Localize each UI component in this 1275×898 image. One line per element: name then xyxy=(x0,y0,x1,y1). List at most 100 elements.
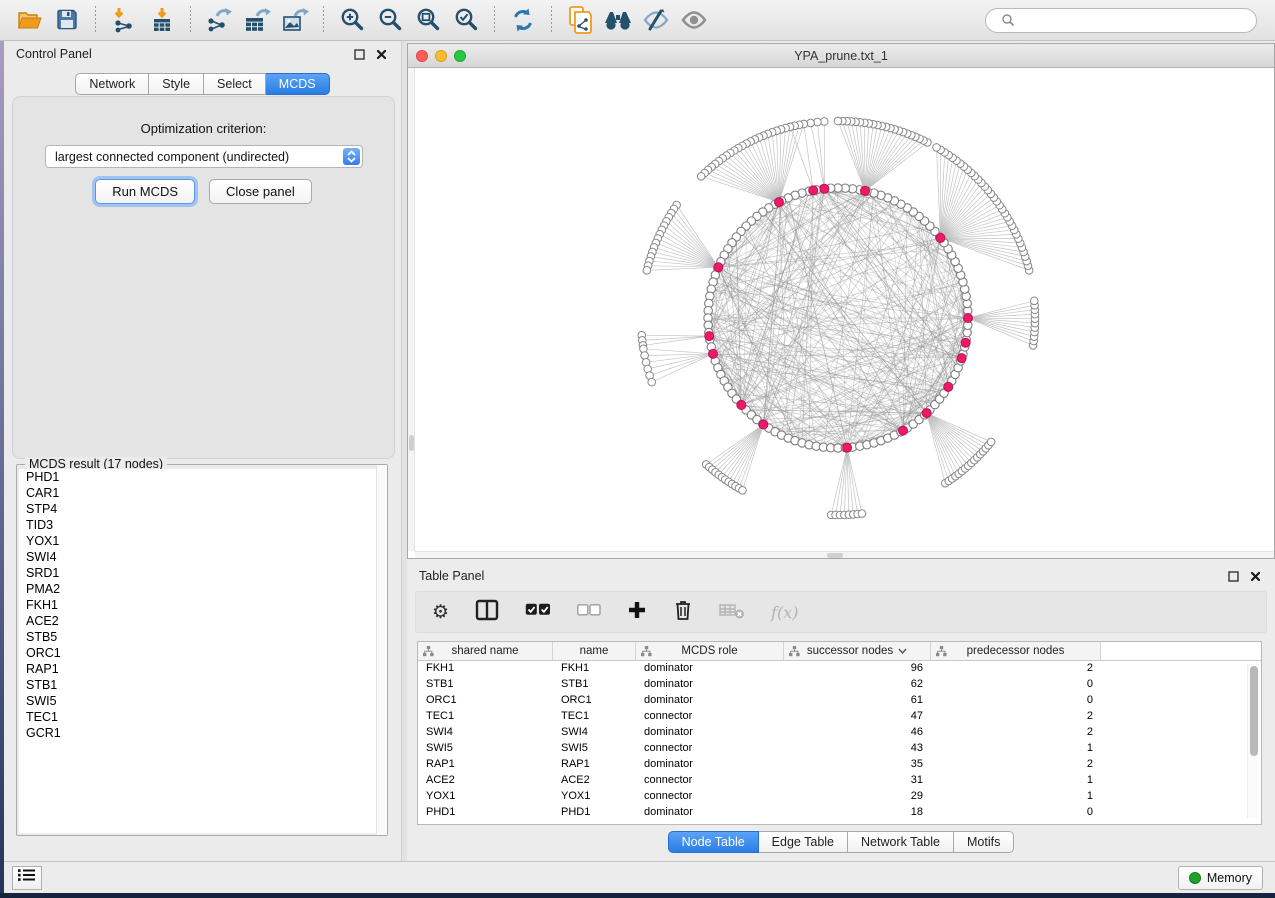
close-panel-icon[interactable] xyxy=(1247,568,1263,584)
table-settings-icon[interactable]: ⚙ xyxy=(432,603,449,622)
mcds-result-item[interactable]: TID3 xyxy=(19,517,385,533)
column-header-shared-name[interactable]: shared name xyxy=(418,642,553,660)
table-row[interactable]: RAP1RAP1dominator352 xyxy=(418,757,1261,773)
network-canvas[interactable] xyxy=(408,68,1274,558)
export-network-icon[interactable] xyxy=(204,5,234,35)
table-row[interactable]: PHD1PHD1dominator180 xyxy=(418,805,1261,821)
find-icon[interactable] xyxy=(603,5,633,35)
tab-select[interactable]: Select xyxy=(204,73,266,95)
clone-network-icon[interactable] xyxy=(565,5,595,35)
zoom-selected-icon[interactable] xyxy=(451,5,481,35)
table-cell: YOX1 xyxy=(418,789,553,805)
mcds-result-item[interactable]: SWI4 xyxy=(19,549,385,565)
mcds-list-scrollbar[interactable] xyxy=(376,465,387,835)
table-row[interactable]: SWI4SWI4dominator462 xyxy=(418,725,1261,741)
table-cell: STB1 xyxy=(553,677,636,693)
table-cell: SWI4 xyxy=(553,725,636,741)
toolbar-separator xyxy=(494,6,495,34)
tab-node-table[interactable]: Node Table xyxy=(668,831,759,853)
column-header-name[interactable]: name xyxy=(553,642,636,660)
column-header-MCDS-role[interactable]: MCDS role xyxy=(636,642,784,660)
close-panel-button[interactable]: Close panel xyxy=(209,179,312,204)
open-file-icon[interactable] xyxy=(14,5,44,35)
run-mcds-button[interactable]: Run MCDS xyxy=(95,179,195,204)
deselect-all-rows-icon[interactable] xyxy=(577,603,601,621)
tab-edge-table[interactable]: Edge Table xyxy=(759,831,848,853)
close-panel-icon[interactable] xyxy=(373,46,389,62)
export-image-icon[interactable] xyxy=(280,5,310,35)
float-window-icon[interactable] xyxy=(1225,568,1241,584)
select-stepper-icon[interactable] xyxy=(343,148,360,165)
status-bar: Memory xyxy=(0,861,1275,893)
tab-motifs[interactable]: Motifs xyxy=(954,831,1014,853)
save-session-icon[interactable] xyxy=(52,5,82,35)
search-input[interactable] xyxy=(1016,13,1248,27)
table-row[interactable]: FKH1FKH1dominator962 xyxy=(418,661,1261,677)
network-window-titlebar[interactable]: YPA_prune.txt_1 xyxy=(408,44,1274,68)
table-row[interactable]: STB1STB1dominator620 xyxy=(418,677,1261,693)
zoom-in-icon[interactable] xyxy=(337,5,367,35)
mcds-result-item[interactable]: PHD1 xyxy=(19,469,385,485)
tab-style[interactable]: Style xyxy=(149,73,204,95)
delete-column-icon[interactable] xyxy=(673,599,693,626)
tab-mcds[interactable]: MCDS xyxy=(266,73,330,95)
hide-selected-icon[interactable] xyxy=(641,5,671,35)
table-cell: TEC1 xyxy=(553,709,636,725)
mcds-result-item[interactable]: ACE2 xyxy=(19,613,385,629)
table-row[interactable]: ORC1ORC1dominator610 xyxy=(418,693,1261,709)
toolbar-separator xyxy=(551,6,552,34)
table-scrollbar[interactable] xyxy=(1247,664,1259,818)
mcds-result-item[interactable]: SWI5 xyxy=(19,693,385,709)
criterion-select[interactable]: largest connected component (undirected) xyxy=(45,145,363,168)
search-box[interactable] xyxy=(985,8,1257,33)
tab-network[interactable]: Network xyxy=(75,73,149,95)
table-cell: 1 xyxy=(931,741,1101,757)
mcds-result-item[interactable]: STP4 xyxy=(19,501,385,517)
select-all-rows-icon[interactable] xyxy=(525,603,551,621)
control-panel: Control Panel NetworkStyleSelectMCDS Opt… xyxy=(4,41,402,861)
table-cell: TEC1 xyxy=(418,709,553,725)
table-row[interactable]: TEC1TEC1connector472 xyxy=(418,709,1261,725)
network-vertical-scrollbar[interactable] xyxy=(408,68,415,551)
mcds-result-list[interactable]: PHD1CAR1STP4TID3YOX1SWI4SRD1PMA2FKH1ACE2… xyxy=(19,469,385,833)
mcds-result-item[interactable]: YOX1 xyxy=(19,533,385,549)
refresh-icon[interactable] xyxy=(508,5,538,35)
column-label: MCDS role xyxy=(681,645,737,657)
table-toolbar: ⚙ f(x) xyxy=(415,591,1267,633)
mcds-result-item[interactable]: CAR1 xyxy=(19,485,385,501)
column-header-predecessor-nodes[interactable]: predecessor nodes xyxy=(931,642,1101,660)
mcds-result-item[interactable]: RAP1 xyxy=(19,661,385,677)
tab-network-table[interactable]: Network Table xyxy=(848,831,954,853)
table-row[interactable]: SWI5SWI5connector431 xyxy=(418,741,1261,757)
mcds-result-item[interactable]: PMA2 xyxy=(19,581,385,597)
memory-button[interactable]: Memory xyxy=(1178,866,1263,890)
table-cell: connector xyxy=(636,773,784,789)
zoom-fit-icon[interactable] xyxy=(413,5,443,35)
delete-table-icon xyxy=(719,601,745,624)
mcds-result-item[interactable]: ORC1 xyxy=(19,645,385,661)
network-horizontal-scrollbar[interactable] xyxy=(415,551,1274,558)
add-column-icon[interactable] xyxy=(627,600,647,625)
table-cell: 96 xyxy=(784,661,931,677)
column-header-successor-nodes[interactable]: successor nodes xyxy=(784,642,931,660)
mcds-result-item[interactable]: STB1 xyxy=(19,677,385,693)
table-row[interactable]: YOX1YOX1connector291 xyxy=(418,789,1261,805)
mcds-result-item[interactable]: FKH1 xyxy=(19,597,385,613)
column-label: successor nodes xyxy=(807,645,893,657)
mcds-result-item[interactable]: GCR1 xyxy=(19,725,385,741)
sort-chevron-icon[interactable] xyxy=(898,645,907,657)
zoom-out-icon[interactable] xyxy=(375,5,405,35)
mcds-result-item[interactable]: STB5 xyxy=(19,629,385,645)
mcds-result-item[interactable]: SRD1 xyxy=(19,565,385,581)
import-table-icon[interactable] xyxy=(147,5,177,35)
float-window-icon[interactable] xyxy=(351,46,367,62)
import-network-icon[interactable] xyxy=(109,5,139,35)
task-history-button[interactable] xyxy=(12,866,42,890)
export-table-icon[interactable] xyxy=(242,5,272,35)
table-cell: 31 xyxy=(784,773,931,789)
table-row[interactable]: ACE2ACE2connector311 xyxy=(418,773,1261,789)
mcds-result-item[interactable]: TEC1 xyxy=(19,709,385,725)
show-columns-icon[interactable] xyxy=(475,599,499,626)
network-window-title: YPA_prune.txt_1 xyxy=(408,49,1274,63)
network-graph[interactable] xyxy=(408,68,1274,558)
